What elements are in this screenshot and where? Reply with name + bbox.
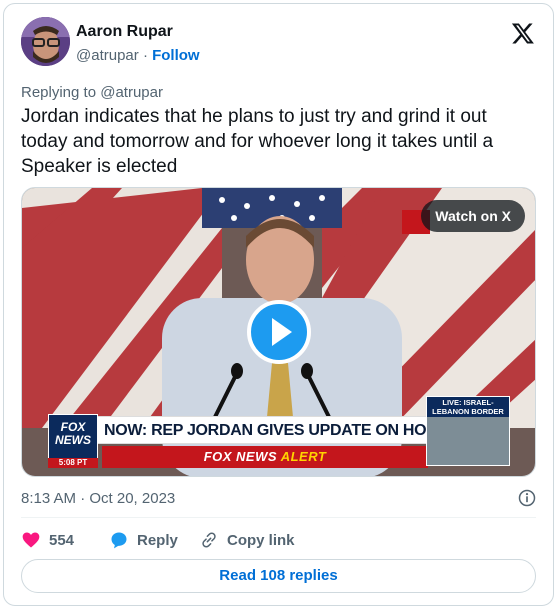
replying-to[interactable]: Replying to @atrupar: [21, 84, 163, 101]
live-inset-label: LIVE: ISRAEL-LEBANON BORDER: [427, 397, 509, 417]
news-chyron: NOW: REP JORDAN GIVES UPDATE ON HOUSE SP…: [48, 416, 428, 444]
fox-time: 5:08 PT: [48, 458, 98, 468]
heart-icon: [22, 532, 40, 548]
link-icon: [202, 532, 216, 548]
alert-word: ALERT: [280, 449, 327, 464]
tweet-timestamp[interactable]: 8:13 AM · Oct 20, 2023: [21, 490, 175, 507]
tweet-card: Aaron Rupar @atrupar · Follow Replying t…: [3, 3, 554, 606]
copy-link-button[interactable]: Copy link: [199, 528, 295, 552]
author-handle-line: @atrupar · Follow: [76, 47, 200, 64]
play-button[interactable]: [247, 300, 311, 364]
tweet-text: Jordan indicates that he plans to just t…: [21, 106, 494, 177]
reply-button[interactable]: Reply: [109, 528, 178, 552]
news-alert-bar: FOX NEWS ALERT: [102, 446, 428, 468]
fox-news-logo: FOX NEWS: [48, 414, 98, 464]
separator-dot: ·: [142, 47, 148, 64]
author-handle[interactable]: @atrupar: [76, 47, 139, 64]
watch-on-x-button[interactable]: Watch on X: [421, 200, 525, 232]
info-icon[interactable]: [517, 488, 537, 508]
alert-brand: FOX NEWS: [203, 449, 278, 464]
avatar[interactable]: [21, 17, 70, 66]
read-replies-button[interactable]: Read 108 replies: [21, 559, 536, 593]
reply-label: Reply: [137, 531, 178, 549]
fox-logo-bottom: NEWS: [55, 433, 91, 447]
like-count: 554: [49, 531, 75, 549]
copy-link-label: Copy link: [227, 531, 295, 549]
x-logo-icon[interactable]: [511, 21, 535, 45]
video-player[interactable]: Watch on X NOW: REP JORDAN GIVES UPDATE …: [21, 187, 536, 477]
author-name[interactable]: Aaron Rupar: [76, 23, 173, 41]
follow-button[interactable]: Follow: [152, 47, 200, 64]
reply-icon: [111, 532, 127, 549]
play-icon: [272, 318, 292, 346]
like-button[interactable]: 554: [21, 528, 74, 552]
live-inset: LIVE: ISRAEL-LEBANON BORDER: [426, 396, 510, 466]
divider: [21, 517, 536, 518]
avatar-image: [21, 17, 70, 66]
